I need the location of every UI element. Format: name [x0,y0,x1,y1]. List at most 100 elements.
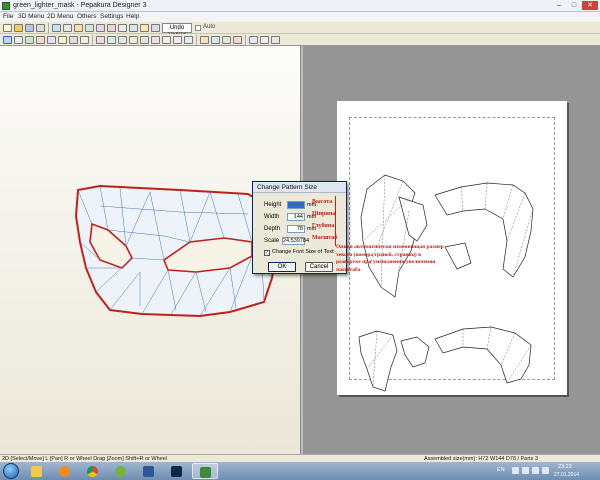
menubar: File 3D Menu 2D Menu Others Settings Hel… [0,12,600,22]
cancel-button[interactable]: Cancel [305,262,333,272]
unfold-icon[interactable] [52,24,61,32]
taskbar-explorer[interactable] [24,463,50,479]
arrange-icon[interactable] [80,36,89,44]
annotation-note: Опция автоматически изменяющая размер те… [336,244,444,273]
flip-icon[interactable] [107,36,116,44]
word-icon [143,466,154,477]
disconnect-icon[interactable] [36,36,45,44]
height-input[interactable] [287,201,305,209]
number-icon[interactable] [129,36,138,44]
depth-input[interactable]: 78 [287,225,305,233]
annotation-depth: Глубина [312,223,335,229]
dialog-title: Change Pattern Size [253,182,346,193]
save-icon[interactable] [25,24,34,32]
explorer-icon [31,466,42,477]
edge-icon[interactable] [107,24,116,32]
status-bar: 2D [Select/Move] L [Pan] R or Wheel Drag… [0,454,600,462]
image-icon[interactable] [69,36,78,44]
texture-icon[interactable] [74,24,83,32]
rotate-icon[interactable] [14,36,23,44]
fold-line-icon[interactable] [140,36,149,44]
annotation-height: Высота [312,199,333,205]
magnifier-icon[interactable] [249,36,258,44]
align-icon[interactable] [118,36,127,44]
flap-icon[interactable] [96,24,105,32]
select-tool-icon[interactable] [3,36,12,44]
window-titlebar: green_lighter_mask - Pepakura Designer 3… [0,0,600,12]
minimize-button[interactable]: – [552,1,566,10]
clock-date[interactable]: 27.01.2014 [554,472,579,478]
show-3d-icon[interactable] [200,36,209,44]
auto-label: Auto [203,24,216,30]
annotation-width: Ширина [312,211,336,217]
taskbar-utorrent[interactable] [108,463,134,479]
scale-label: Scale [264,238,280,244]
taskbar-pepakura[interactable] [192,463,218,479]
toolbar-separator [92,35,93,45]
flag-icon[interactable] [542,467,549,474]
menu-others[interactable]: Others [77,13,97,20]
window-title: green_lighter_mask - Pepakura Designer 3 [13,2,147,9]
taskbar-word[interactable] [136,463,162,479]
scale-input[interactable]: 24.539784 [282,237,309,245]
taskbar-photoshop[interactable] [164,463,190,479]
taskbar-media-player[interactable] [52,463,78,479]
fit-page-icon[interactable] [184,36,193,44]
cut-icon[interactable] [96,36,105,44]
menu-settings[interactable]: Settings [100,13,124,20]
toolbar-separator [245,35,246,45]
photoshop-icon [171,466,182,477]
pepakura-icon [200,467,211,478]
volume-icon[interactable] [532,467,539,474]
tray-arrow-icon[interactable] [512,467,519,474]
menu-3d[interactable]: 3D Menu [18,13,44,20]
grid-icon[interactable] [118,24,127,32]
menu-help[interactable]: Help [126,13,139,20]
show-2d-icon[interactable] [211,36,220,44]
print-icon[interactable] [36,24,45,32]
pattern-parts-top [360,174,534,298]
annotation-scale: Масштаб [312,235,338,241]
network-icon[interactable] [522,467,529,474]
cube-view-icon[interactable] [63,24,72,32]
delete-icon[interactable] [233,36,242,44]
toolbar-separator [196,35,197,45]
settings-icon[interactable] [151,24,160,32]
new-file-icon[interactable] [3,24,12,32]
taskbar-chrome[interactable] [80,463,106,479]
undo-unfold-button[interactable]: Undo Unfold [162,23,192,39]
text-icon[interactable] [58,36,67,44]
zoom-out-icon[interactable] [173,36,182,44]
width-label: Width [264,214,280,220]
hand-pan-icon[interactable] [260,36,269,44]
page-setup-icon[interactable] [151,36,160,44]
layout-icon[interactable] [85,24,94,32]
font-size-checkbox[interactable]: ✓ [264,250,270,256]
windows-start-icon[interactable] [3,463,19,479]
media-player-icon [59,466,70,477]
auto-checkbox[interactable] [195,25,201,31]
menu-file[interactable]: File [3,13,13,20]
move-icon[interactable] [47,36,56,44]
taskbar: EN 23:22 27.01.2014 [0,462,600,480]
main-toolbar: Undo Unfold Auto [0,22,600,39]
view-reset-icon[interactable] [271,36,280,44]
depth-label: Depth [264,226,281,232]
join-icon[interactable] [25,36,34,44]
magnify-icon[interactable] [129,24,138,32]
paint-icon[interactable] [140,24,149,32]
menu-2d[interactable]: 2D Menu [47,13,73,20]
zoom-in-icon[interactable] [162,36,171,44]
height-label: Height [264,202,282,208]
language-indicator[interactable]: EN [497,467,505,473]
toolbar-separator [48,23,49,33]
clock-time[interactable]: 23:22 [558,464,572,470]
refresh-icon[interactable] [222,36,231,44]
close-button[interactable]: ✕ [582,1,598,10]
maximize-button[interactable]: □ [567,1,581,10]
width-input[interactable]: 144 [287,213,305,221]
font-size-checkbox-label: Change Font Size of Text [272,249,334,255]
open-folder-icon[interactable] [14,24,23,32]
chrome-icon [87,466,98,477]
ok-button[interactable]: OK [268,262,296,272]
